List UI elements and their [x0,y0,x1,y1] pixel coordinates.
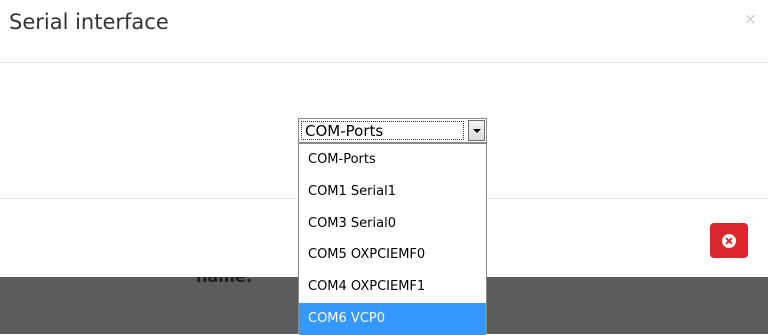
delete-circle-icon [722,233,736,248]
option-com3-serial0[interactable]: COM3 Serial0 [299,208,486,240]
option-com1-serial1[interactable]: COM1 Serial1 [299,176,486,208]
option-com6-vcp0[interactable]: COM6 VCP0 [299,302,486,335]
option-com5-oxpciemf0[interactable]: COM5 OXPCIEMF0 [299,239,486,271]
modal-header: Serial interface × [0,0,768,63]
com-port-dropdown-list: COM-Ports COM1 Serial1 COM3 Serial0 COM5… [298,143,487,335]
modal-title: Serial interface [9,10,169,34]
delete-button[interactable] [710,223,748,258]
option-com-ports[interactable]: COM-Ports [299,144,486,176]
close-icon[interactable]: × [744,10,757,28]
chevron-down-icon[interactable] [468,120,485,141]
com-port-select[interactable]: COM-Ports [298,118,487,143]
select-current-value: COM-Ports [301,121,464,140]
option-com4-oxpciemf1[interactable]: COM4 OXPCIEMF1 [299,271,486,303]
